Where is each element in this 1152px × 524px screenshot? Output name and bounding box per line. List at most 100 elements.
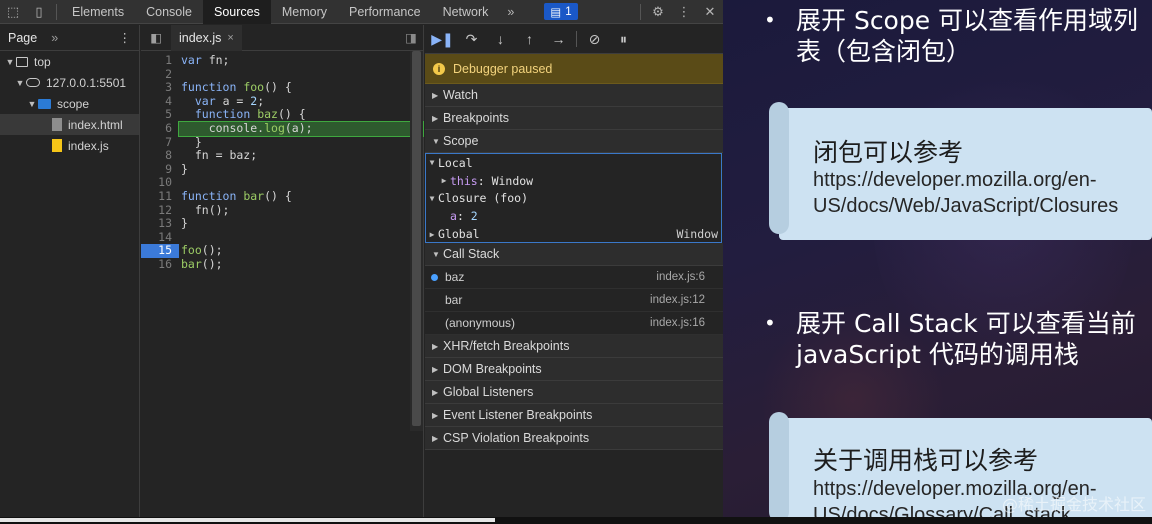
close-icon[interactable]: ✕ (697, 0, 723, 24)
line-number[interactable]: 9 (141, 162, 179, 177)
line-number[interactable]: 12 (141, 203, 179, 218)
kebab-menu-icon[interactable]: ⋮ (671, 0, 697, 24)
line-number[interactable]: 5 (141, 108, 179, 122)
section-watch[interactable]: ▶ Watch (425, 84, 723, 107)
line-source: fn(); (179, 203, 423, 218)
scope-this[interactable]: ▶ this: Window (426, 172, 721, 190)
navigator-tab-page[interactable]: Page (8, 31, 37, 45)
section-xhr-breakpoints[interactable]: ▶ XHR/fetch Breakpoints (425, 335, 723, 358)
section-label: XHR/fetch Breakpoints (443, 339, 570, 353)
function-name-token: foo (243, 80, 265, 95)
section-event-listener-breakpoints[interactable]: ▶ Event Listener Breakpoints (425, 404, 723, 427)
step-over-icon[interactable]: ↷ (460, 28, 483, 50)
inspect-element-icon[interactable]: ⬚ (0, 0, 26, 24)
step-icon[interactable]: → (547, 28, 570, 50)
line-number[interactable]: 1 (141, 53, 179, 68)
note-link[interactable]: US/docs/Web/JavaScript/Closures (813, 193, 1118, 219)
resume-icon[interactable]: ▶❚ (431, 28, 454, 50)
tree-item-top[interactable]: ▼ top (0, 51, 139, 72)
line-number[interactable]: 14 (141, 230, 179, 245)
deactivate-breakpoints-icon[interactable]: ⊘ (583, 28, 606, 50)
caret-right-icon: ▶ (432, 90, 439, 100)
debugger-toolbar: ▶❚ ↷ ↓ ↑ → ⊘ ⏸ (425, 25, 723, 54)
tree-item-index-js[interactable]: index.js (0, 135, 139, 156)
tab-memory[interactable]: Memory (271, 0, 338, 24)
editor-scrollbar[interactable] (410, 51, 423, 431)
section-label: DOM Breakpoints (443, 362, 542, 376)
scope-closure[interactable]: ▼ Closure (foo) (426, 190, 721, 208)
line-number[interactable]: 10 (141, 176, 179, 190)
debugger-paused-banner: i Debugger paused (425, 54, 723, 84)
line-number[interactable]: 6 (141, 121, 179, 136)
line-number[interactable]: 3 (141, 81, 179, 95)
line-number[interactable]: 2 (141, 67, 179, 82)
breakpoint-line-number[interactable]: 15 (141, 244, 179, 258)
section-global-listeners[interactable]: ▶ Global Listeners (425, 381, 723, 404)
scope-local[interactable]: ▼ Local (426, 154, 721, 172)
editor-tab-index-js[interactable]: index.js × (171, 24, 242, 51)
line-source: var fn; (179, 53, 423, 68)
device-toolbar-icon[interactable]: ▯ (26, 0, 52, 24)
line-number[interactable]: 8 (141, 149, 179, 163)
note-title: 闭包可以参考 (813, 138, 964, 167)
scope-global[interactable]: ▶ Global Window (426, 225, 721, 243)
tree-item-index-html[interactable]: index.html (0, 114, 139, 135)
navigator-kebab-icon[interactable]: ⋮ (119, 30, 132, 45)
code-line: 7 } (141, 135, 423, 150)
section-csp-violation-breakpoints[interactable]: ▶ CSP Violation Breakpoints (425, 427, 723, 450)
close-tab-icon[interactable]: × (227, 32, 233, 44)
tab-network[interactable]: Network (432, 0, 500, 24)
section-call-stack[interactable]: ▼ Call Stack (425, 243, 723, 266)
line-number[interactable]: 4 (141, 94, 179, 109)
current-frame-icon (431, 274, 438, 281)
toolbar-divider (576, 31, 577, 47)
caret-down-icon[interactable]: ▼ (4, 57, 16, 67)
section-label: Watch (443, 88, 478, 102)
section-label: Event Listener Breakpoints (443, 408, 593, 422)
line-number[interactable]: 13 (141, 217, 179, 231)
devtools-tab-bar: ⬚ ▯ Elements Console Sources Memory Perf… (0, 0, 723, 24)
code-line: 12 fn(); (141, 203, 423, 218)
line-number[interactable]: 7 (141, 135, 179, 150)
step-into-icon[interactable]: ↓ (489, 28, 512, 50)
line-number[interactable]: 16 (141, 257, 179, 272)
tree-item-host[interactable]: ▼ 127.0.0.1:5501 (0, 72, 139, 93)
tree-item-scope-folder[interactable]: ▼ scope (0, 93, 139, 114)
folder-icon (38, 98, 51, 109)
section-breakpoints[interactable]: ▶ Breakpoints (425, 107, 723, 130)
prop-value: Window (491, 173, 534, 188)
section-scope[interactable]: ▼ Scope (425, 130, 723, 153)
scrollbar-thumb[interactable] (412, 51, 421, 426)
navigator-more-button[interactable]: » (51, 31, 58, 45)
code-token: () { (264, 80, 292, 95)
code-lines[interactable]: 1 var fn; 2 3 function foo() {4 var a = 2; 5 … (141, 53, 424, 272)
messages-badge[interactable]: ▤ 1 (544, 3, 578, 20)
toggle-debugger-icon[interactable]: ◨ (399, 30, 423, 45)
code-line: 3 function foo() { (141, 80, 423, 95)
tab-sources[interactable]: Sources (202, 0, 271, 24)
call-frame-baz[interactable]: baz index.js:6 (425, 266, 723, 289)
toggle-navigator-icon[interactable]: ◧ (141, 30, 171, 45)
step-out-icon[interactable]: ↑ (518, 28, 541, 50)
more-tabs-button[interactable]: » (499, 0, 522, 24)
frame-location[interactable]: index.js:12 (650, 294, 723, 306)
video-progress-bar[interactable] (0, 517, 1152, 524)
pause-on-exceptions-icon[interactable]: ⏸ (612, 28, 635, 50)
tab-performance[interactable]: Performance (338, 0, 432, 24)
tab-console[interactable]: Console (135, 0, 203, 24)
frame-location[interactable]: index.js:6 (656, 271, 723, 283)
call-frame-anonymous[interactable]: (anonymous) index.js:16 (425, 312, 723, 335)
function-name-token: baz (257, 107, 278, 122)
line-number[interactable]: 11 (141, 189, 179, 204)
note-link[interactable]: https://developer.mozilla.org/en- (813, 167, 1097, 193)
caret-down-icon[interactable]: ▼ (14, 78, 26, 88)
code-token: (); (201, 243, 223, 258)
section-dom-breakpoints[interactable]: ▶ DOM Breakpoints (425, 358, 723, 381)
frame-location[interactable]: index.js:16 (650, 317, 723, 329)
settings-gear-icon[interactable]: ⚙ (645, 0, 671, 24)
caret-down-icon[interactable]: ▼ (26, 99, 38, 109)
prop-colon: : (456, 209, 471, 224)
tab-elements[interactable]: Elements (61, 0, 135, 24)
call-frame-bar[interactable]: bar index.js:12 (425, 289, 723, 312)
